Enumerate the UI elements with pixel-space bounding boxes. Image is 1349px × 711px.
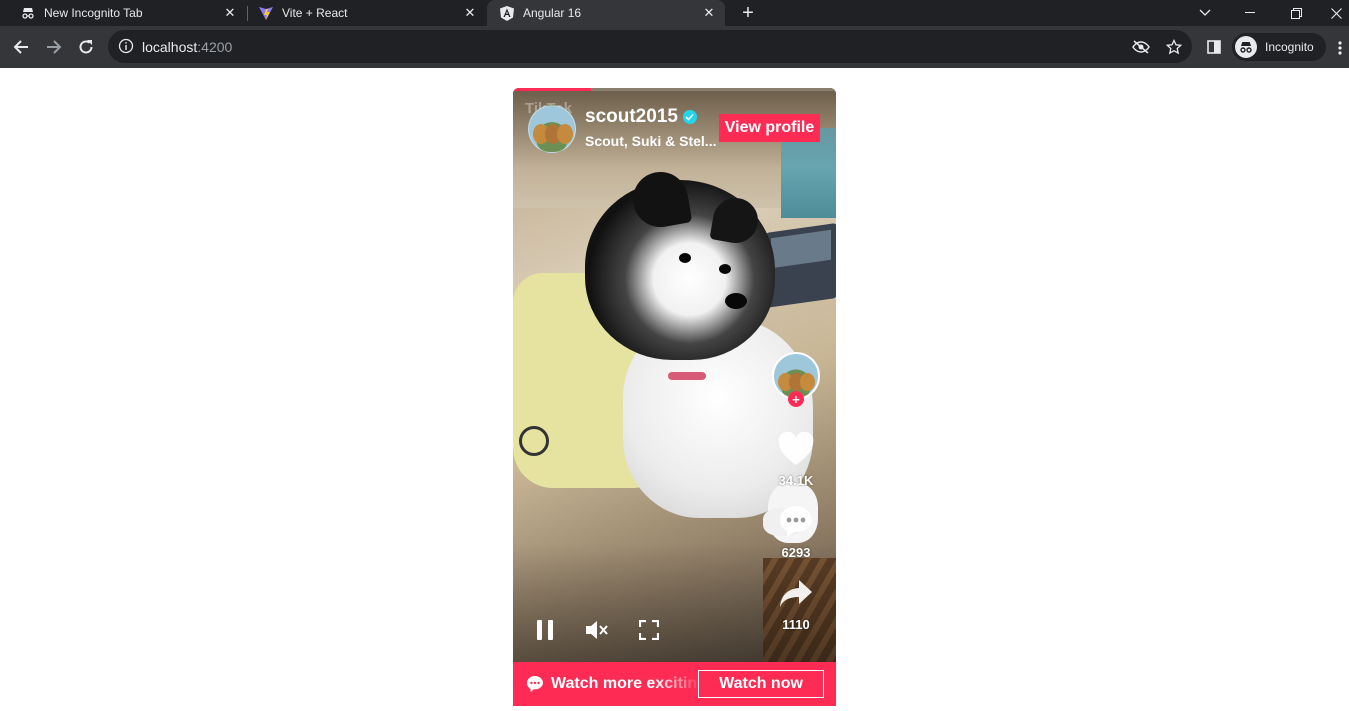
avatar-dog: [557, 124, 573, 144]
browser-toolbar: localhost:4200 Incognito: [0, 26, 1349, 68]
profile-label: Incognito: [1265, 40, 1314, 54]
verified-badge-icon: [682, 110, 697, 124]
pause-icon[interactable]: [533, 618, 557, 642]
vite-icon: [258, 5, 274, 21]
comment-action[interactable]: 6293: [771, 504, 821, 560]
tab-title: Angular 16: [523, 6, 582, 20]
like-action[interactable]: 34.1K: [771, 431, 821, 488]
minimize-icon[interactable]: [1232, 0, 1268, 26]
author-username-row[interactable]: scout2015: [585, 106, 697, 128]
tab-angular-16[interactable]: Angular 16 ✕: [487, 0, 725, 26]
scene-dog-eye: [719, 264, 731, 274]
tab-strip: New Incognito Tab ✕ Vite + React ✕ Angul…: [0, 0, 1349, 26]
incognito-avatar-icon: [1235, 36, 1257, 58]
url-host: localhost: [142, 39, 198, 55]
share-count: 1110: [782, 617, 810, 632]
scene-box-lid: [771, 229, 831, 269]
video-progress-fill: [513, 88, 591, 91]
new-tab-button[interactable]: +: [737, 0, 759, 26]
scene-tackle-box: [765, 222, 836, 309]
address-bar[interactable]: localhost:4200: [108, 30, 1192, 63]
back-icon[interactable]: [9, 35, 33, 59]
close-window-icon[interactable]: [1323, 0, 1349, 26]
profile-button[interactable]: Incognito: [1232, 33, 1326, 61]
author-username[interactable]: scout2015: [585, 106, 678, 128]
author-nickname: Scout, Suki & Stel...: [585, 133, 717, 149]
follow-plus-button[interactable]: +: [788, 391, 804, 407]
banner-text: Watch more exciting videos on TikTok: [551, 675, 701, 692]
close-icon[interactable]: ✕: [222, 5, 238, 21]
author-avatar[interactable]: [528, 105, 576, 153]
tab-title: Vite + React: [282, 6, 348, 20]
view-profile-button[interactable]: View profile: [719, 114, 820, 142]
mute-icon[interactable]: [585, 618, 609, 642]
watch-now-button[interactable]: Watch now: [698, 670, 824, 698]
reload-icon[interactable]: [74, 35, 98, 59]
avatar-dog: [800, 373, 815, 391]
scene-dog-eye: [679, 253, 691, 263]
url-text: localhost:4200: [142, 39, 232, 55]
close-icon[interactable]: ✕: [462, 5, 478, 21]
restore-icon[interactable]: [1278, 0, 1314, 26]
tab-title: New Incognito Tab: [44, 6, 143, 20]
angular-icon: [499, 5, 515, 21]
bookmark-star-icon[interactable]: [1165, 38, 1183, 56]
comment-count: 6293: [781, 545, 811, 560]
share-action[interactable]: 1110: [771, 578, 821, 632]
comment-icon[interactable]: [778, 504, 814, 543]
scene-dog-collar: [668, 372, 706, 380]
close-icon[interactable]: ✕: [701, 5, 717, 21]
side-panel-icon[interactable]: [1202, 35, 1226, 59]
tab-search-icon[interactable]: [1187, 0, 1223, 26]
tab-new-incognito[interactable]: New Incognito Tab ✕: [0, 0, 246, 26]
tracking-protection-eye-icon[interactable]: [1132, 38, 1150, 56]
like-count: 34.1K: [778, 473, 814, 488]
forward-icon[interactable]: [42, 35, 66, 59]
share-icon[interactable]: [778, 578, 814, 615]
site-info-icon[interactable]: [118, 38, 134, 54]
url-port: :4200: [197, 39, 233, 55]
watch-more-banner[interactable]: Watch more exciting videos on TikTok Wat…: [513, 662, 836, 706]
heart-icon[interactable]: [778, 431, 814, 471]
scene-dog-nose: [725, 293, 747, 309]
video-progress-track[interactable]: [513, 88, 836, 91]
tiktok-embed-player: TikTok scout2015 Scout, Suki & Stel... V…: [513, 88, 836, 706]
scene-towel-logo: [519, 426, 549, 456]
menu-kebab-icon[interactable]: [1338, 40, 1344, 56]
fullscreen-icon[interactable]: [637, 618, 661, 642]
incognito-icon: [20, 5, 36, 21]
tab-vite-react[interactable]: Vite + React ✕: [238, 0, 486, 26]
chat-bubble-icon: [526, 675, 544, 693]
